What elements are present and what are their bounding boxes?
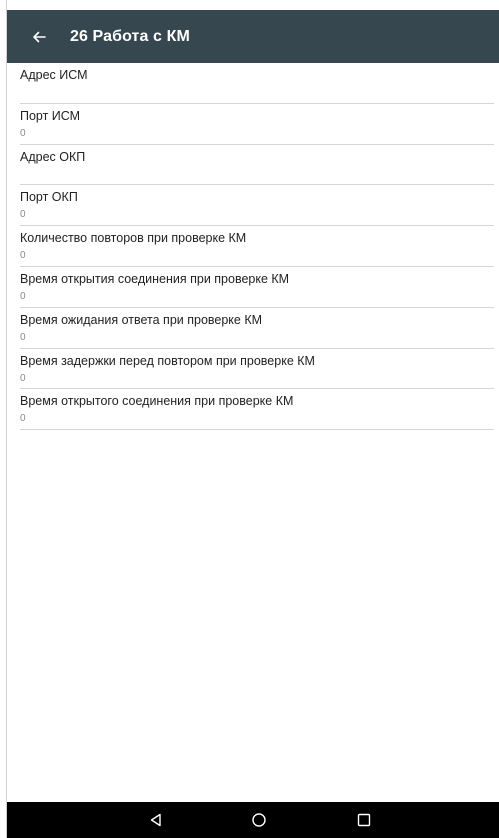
- left-edge: [0, 0, 7, 838]
- nav-home-button[interactable]: [247, 808, 271, 832]
- screen: 26 Работа с КМ Адрес ИСМ Порт ИСМ 0 Адре…: [0, 0, 499, 838]
- back-button[interactable]: [17, 15, 61, 59]
- setting-ism-port[interactable]: Порт ИСМ 0: [20, 104, 494, 145]
- setting-value: 0: [20, 209, 26, 221]
- nav-recents-button[interactable]: [352, 808, 376, 832]
- setting-response-wait-time[interactable]: Время ожидания ответа при проверке КМ 0: [20, 308, 494, 349]
- setting-value: 0: [20, 372, 26, 384]
- settings-list: Адрес ИСМ Порт ИСМ 0 Адрес ОКП Порт ОКП …: [20, 63, 494, 431]
- arrow-left-icon: [33, 31, 46, 42]
- setting-label: Порт ИСМ: [20, 108, 81, 123]
- setting-label: Время открытого соединения при проверке …: [20, 394, 294, 409]
- setting-label: Адрес ИСМ: [20, 68, 88, 82]
- recents-square-icon: [357, 813, 371, 827]
- back-triangle-icon: [150, 813, 161, 827]
- system-nav-bar: [7, 802, 499, 838]
- setting-value: 0: [20, 331, 26, 343]
- setting-okp-address[interactable]: Адрес ОКП: [20, 145, 494, 186]
- setting-label: Адрес ОКП: [20, 149, 86, 164]
- setting-connect-open-time[interactable]: Время открытия соединения при проверке К…: [20, 267, 494, 308]
- setting-value: 0: [20, 250, 26, 262]
- app-bar: 26 Работа с КМ: [7, 10, 499, 63]
- setting-okp-port[interactable]: Порт ОКП 0: [20, 185, 494, 227]
- setting-label: Порт ОКП: [20, 190, 78, 205]
- setting-label: Время задержки перед повтором при провер…: [20, 353, 315, 368]
- setting-retry-count[interactable]: Количество повторов при проверке КМ 0: [20, 226, 494, 267]
- setting-label: Время открытия соединения при проверке К…: [20, 271, 290, 286]
- setting-value: 0: [20, 127, 26, 139]
- setting-value: 0: [20, 413, 26, 425]
- setting-value: [20, 86, 494, 100]
- setting-label: Количество повторов при проверке КМ: [20, 231, 247, 246]
- setting-open-connection-time[interactable]: Время открытого соединения при проверке …: [20, 389, 494, 431]
- setting-ism-address[interactable]: Адрес ИСМ: [20, 63, 494, 104]
- nav-back-button[interactable]: [144, 808, 168, 832]
- setting-value: 0: [20, 290, 26, 302]
- setting-retry-delay-time[interactable]: Время задержки перед повтором при провер…: [20, 349, 494, 390]
- setting-value: [20, 168, 494, 182]
- home-circle-icon: [252, 813, 266, 827]
- setting-label: Время ожидания ответа при проверке КМ: [20, 312, 263, 327]
- page-title: 26 Работа с КМ: [70, 27, 190, 45]
